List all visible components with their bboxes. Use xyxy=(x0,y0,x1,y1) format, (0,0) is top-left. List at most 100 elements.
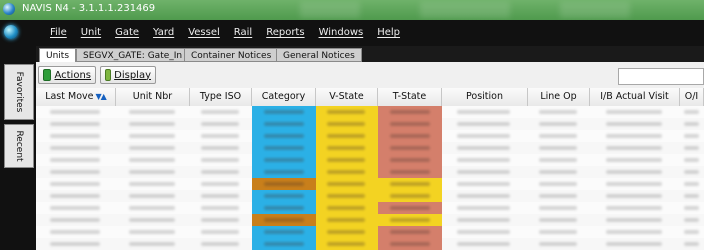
table-cell xyxy=(442,142,528,154)
tab-container-notices[interactable]: Container Notices xyxy=(184,48,279,62)
table-cell xyxy=(528,106,590,118)
table-cell xyxy=(378,226,442,238)
table-cell xyxy=(528,226,590,238)
col-oi[interactable]: O/I xyxy=(680,88,704,106)
menu-file[interactable]: File xyxy=(50,27,67,38)
menu-vessel[interactable]: Vessel xyxy=(188,27,220,38)
table-cell xyxy=(316,142,378,154)
table-cell xyxy=(190,226,252,238)
display-button[interactable]: Display xyxy=(100,66,156,84)
table-cell xyxy=(252,154,316,166)
table-cell xyxy=(316,238,378,250)
col-last-move[interactable]: Last Move ▼▲ xyxy=(36,88,116,106)
tab-units[interactable]: Units xyxy=(39,48,77,62)
table-cell xyxy=(378,214,442,226)
table-cell xyxy=(590,142,680,154)
menu-yard[interactable]: Yard xyxy=(153,27,174,38)
table-cell xyxy=(252,118,316,130)
table-cell xyxy=(190,118,252,130)
table-cell xyxy=(316,178,378,190)
table-cell xyxy=(680,118,704,130)
table-cell xyxy=(36,190,116,202)
col-position[interactable]: Position xyxy=(442,88,528,106)
table-cell xyxy=(36,130,116,142)
table-cell xyxy=(528,190,590,202)
table-cell xyxy=(528,238,590,250)
table-cell xyxy=(316,202,378,214)
table-cell xyxy=(252,214,316,226)
table-cell xyxy=(252,178,316,190)
table-cell xyxy=(528,130,590,142)
col-v-state[interactable]: V-State xyxy=(316,88,378,106)
table-cell xyxy=(378,154,442,166)
table-cell xyxy=(36,202,116,214)
table-cell xyxy=(378,178,442,190)
col-ib-actual-visit[interactable]: I/B Actual Visit xyxy=(590,88,680,106)
menu-reports[interactable]: Reports xyxy=(266,27,304,38)
search-input[interactable] xyxy=(618,68,704,85)
menu-bar: File Unit Gate Yard Vessel Rail Reports Windows… xyxy=(0,20,704,46)
table-cell xyxy=(590,202,680,214)
app-orb-icon[interactable] xyxy=(4,25,18,39)
table-cell xyxy=(378,166,442,178)
table-cell xyxy=(590,178,680,190)
table-cell xyxy=(116,226,190,238)
table-cell xyxy=(116,166,190,178)
table-cell xyxy=(442,154,528,166)
table-cell xyxy=(116,118,190,130)
table-cell xyxy=(190,214,252,226)
table-cell xyxy=(36,178,116,190)
col-t-state[interactable]: T-State xyxy=(378,88,442,106)
table-cell xyxy=(680,142,704,154)
menu-windows[interactable]: Windows xyxy=(319,27,364,38)
table-cell xyxy=(252,166,316,178)
table-cell xyxy=(680,238,704,250)
table-cell xyxy=(116,142,190,154)
table-cell xyxy=(316,166,378,178)
table-cell xyxy=(442,202,528,214)
table-cell xyxy=(36,154,116,166)
table-cell xyxy=(442,130,528,142)
tab-segvx-gate[interactable]: SEGVX_GATE: Gate_In xyxy=(76,48,190,62)
table-cell xyxy=(590,118,680,130)
table-cell xyxy=(528,118,590,130)
table-cell xyxy=(528,202,590,214)
table-cell xyxy=(36,238,116,250)
table-cell xyxy=(378,130,442,142)
table-cell xyxy=(590,130,680,142)
table-row[interactable] xyxy=(36,238,704,250)
actions-button[interactable]: Actions xyxy=(38,66,96,84)
check-icon xyxy=(43,69,52,81)
menu-help[interactable]: Help xyxy=(377,27,400,38)
table-cell xyxy=(252,142,316,154)
table-cell xyxy=(190,106,252,118)
table-cell xyxy=(36,226,116,238)
document-tabs: Units SEGVX_GATE: Gate_In Container Noti… xyxy=(36,46,704,62)
table-cell xyxy=(680,130,704,142)
table-cell xyxy=(116,238,190,250)
tab-general-notices[interactable]: General Notices xyxy=(276,48,362,62)
col-category[interactable]: Category xyxy=(252,88,316,106)
table-cell xyxy=(116,202,190,214)
table-cell xyxy=(190,154,252,166)
window-title: NAVIS N4 - 3.1.1.1.231469 xyxy=(22,3,156,14)
table-cell xyxy=(116,178,190,190)
table-cell xyxy=(252,238,316,250)
menu-unit[interactable]: Unit xyxy=(81,27,101,38)
table-cell xyxy=(190,130,252,142)
col-unit-nbr[interactable]: Unit Nbr xyxy=(116,88,190,106)
table-cell xyxy=(316,190,378,202)
table-cell xyxy=(528,142,590,154)
table-cell xyxy=(442,214,528,226)
table-cell xyxy=(528,214,590,226)
side-tab-favorites[interactable]: Favorites xyxy=(4,64,34,120)
display-icon xyxy=(105,69,112,81)
side-tab-recent[interactable]: Recent xyxy=(4,124,34,168)
col-type-iso[interactable]: Type ISO xyxy=(190,88,252,106)
col-line-op[interactable]: Line Op xyxy=(528,88,590,106)
menu-gate[interactable]: Gate xyxy=(115,27,139,38)
table-cell xyxy=(528,154,590,166)
table-cell xyxy=(116,190,190,202)
table-cell xyxy=(378,118,442,130)
menu-rail[interactable]: Rail xyxy=(234,27,252,38)
